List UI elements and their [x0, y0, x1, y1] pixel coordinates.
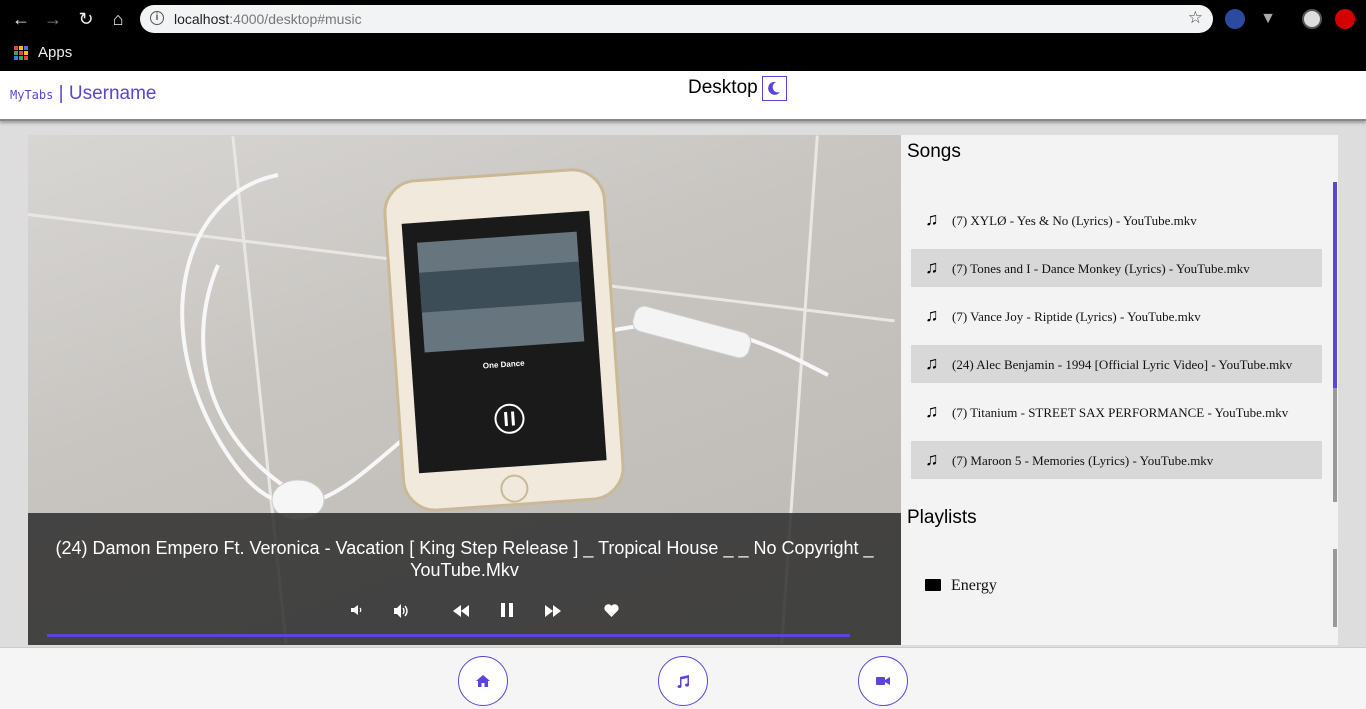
- brand: MyTabs | Username: [10, 83, 157, 105]
- theme-toggle-button[interactable]: [762, 76, 787, 101]
- bookmarks-bar: Apps: [0, 38, 1366, 71]
- songs-scrollbar-thumb[interactable]: [1333, 182, 1337, 388]
- music-note-icon: ♫: [925, 353, 939, 373]
- brand-link[interactable]: MyTabs: [10, 88, 53, 102]
- update-icon[interactable]: [1335, 9, 1355, 29]
- now-playing-title: (24) Damon Empero Ft. Veronica - Vacatio…: [55, 538, 874, 580]
- playlists-heading: Playlists: [907, 507, 977, 528]
- song-title: (24) Alec Benjamin - 1994 [Official Lyri…: [952, 357, 1293, 372]
- playlist-item[interactable]: Energy: [925, 577, 997, 595]
- username-link[interactable]: Username: [69, 83, 157, 104]
- song-item[interactable]: ♫ (7) XYLØ - Yes & No (Lyrics) - YouTube…: [911, 201, 1322, 239]
- rewind-icon[interactable]: [449, 603, 473, 623]
- apps-bookmark[interactable]: Apps: [38, 44, 72, 61]
- extension-icon[interactable]: [1225, 9, 1245, 29]
- back-icon[interactable]: ←: [10, 8, 32, 30]
- vuejs-extension-icon[interactable]: ▼: [1258, 9, 1278, 29]
- forward-icon[interactable]: →: [42, 8, 64, 30]
- song-item[interactable]: ♫ (7) Vance Joy - Riptide (Lyrics) - You…: [911, 297, 1322, 335]
- player-controls-panel: (24) Damon Empero Ft. Veronica - Vacatio…: [28, 513, 901, 645]
- music-player: One Dance (24) Damon Empero Ft. Veronica…: [28, 135, 901, 645]
- url-text[interactable]: localhost:4000/desktop#music: [174, 11, 362, 27]
- video-camera-icon: [876, 677, 890, 685]
- bookmark-star-icon[interactable]: ☆: [1188, 8, 1203, 28]
- pause-icon[interactable]: [495, 603, 519, 623]
- song-title: (7) Titanium - STREET SAX PERFORMANCE - …: [952, 405, 1289, 420]
- library-panel: Songs ♫ (7) XYLØ - Yes & No (Lyrics) - Y…: [901, 135, 1338, 645]
- song-title: (7) Maroon 5 - Memories (Lyrics) - YouTu…: [952, 453, 1214, 468]
- moon-icon: [768, 81, 780, 95]
- page-title: Desktop: [688, 77, 758, 98]
- app-header: MyTabs | Username Desktop: [0, 71, 1366, 121]
- bottom-nav: [0, 647, 1366, 709]
- playlist-title: Energy: [951, 577, 997, 594]
- volume-up-icon[interactable]: [390, 603, 414, 623]
- music-note-icon: ♫: [925, 449, 939, 469]
- brand-separator: |: [53, 83, 69, 104]
- song-item[interactable]: ♫ (7) Titanium - STREET SAX PERFORMANCE …: [911, 393, 1322, 431]
- songs-list: ♫ (7) XYLØ - Yes & No (Lyrics) - YouTube…: [911, 201, 1322, 501]
- apps-grid-icon[interactable]: [14, 46, 28, 60]
- song-title: (7) Vance Joy - Riptide (Lyrics) - YouTu…: [952, 309, 1201, 324]
- address-bar[interactable]: i localhost:4000/desktop#music ☆: [140, 5, 1213, 33]
- home-icon: [476, 675, 490, 687]
- reload-icon[interactable]: ↻: [75, 8, 97, 30]
- song-item[interactable]: ♫ (7) Tones and I - Dance Monkey (Lyrics…: [911, 249, 1322, 287]
- video-nav-button[interactable]: [858, 656, 908, 706]
- song-title: (7) Tones and I - Dance Monkey (Lyrics) …: [952, 261, 1250, 276]
- music-note-icon: ♫: [925, 257, 939, 277]
- home-nav-button[interactable]: [458, 656, 508, 706]
- music-nav-button[interactable]: [658, 656, 708, 706]
- songs-scrollbar[interactable]: [1333, 182, 1337, 502]
- home-icon[interactable]: ⌂: [107, 8, 129, 30]
- site-info-icon[interactable]: i: [150, 11, 164, 25]
- profile-avatar-icon[interactable]: [1302, 9, 1322, 29]
- favorite-heart-icon[interactable]: [599, 603, 623, 623]
- volume-down-icon[interactable]: [344, 603, 368, 623]
- browser-toolbar: ← → ↻ ⌂ i localhost:4000/desktop#music ☆…: [0, 0, 1366, 38]
- song-item[interactable]: ♫ (7) Maroon 5 - Memories (Lyrics) - You…: [911, 441, 1322, 479]
- fast-forward-icon[interactable]: [541, 603, 565, 623]
- progress-bar[interactable]: [47, 634, 850, 637]
- songs-heading: Songs: [907, 141, 961, 162]
- music-note-icon: ♫: [925, 305, 939, 325]
- music-note-icon: [677, 674, 689, 688]
- playlists-scrollbar[interactable]: [1333, 549, 1337, 627]
- music-note-icon: ♫: [925, 401, 939, 421]
- folder-icon: [925, 579, 941, 591]
- song-title: (7) XYLØ - Yes & No (Lyrics) - YouTube.m…: [952, 213, 1197, 228]
- song-item[interactable]: ♫ (24) Alec Benjamin - 1994 [Official Ly…: [911, 345, 1322, 383]
- music-note-icon: ♫: [925, 209, 939, 229]
